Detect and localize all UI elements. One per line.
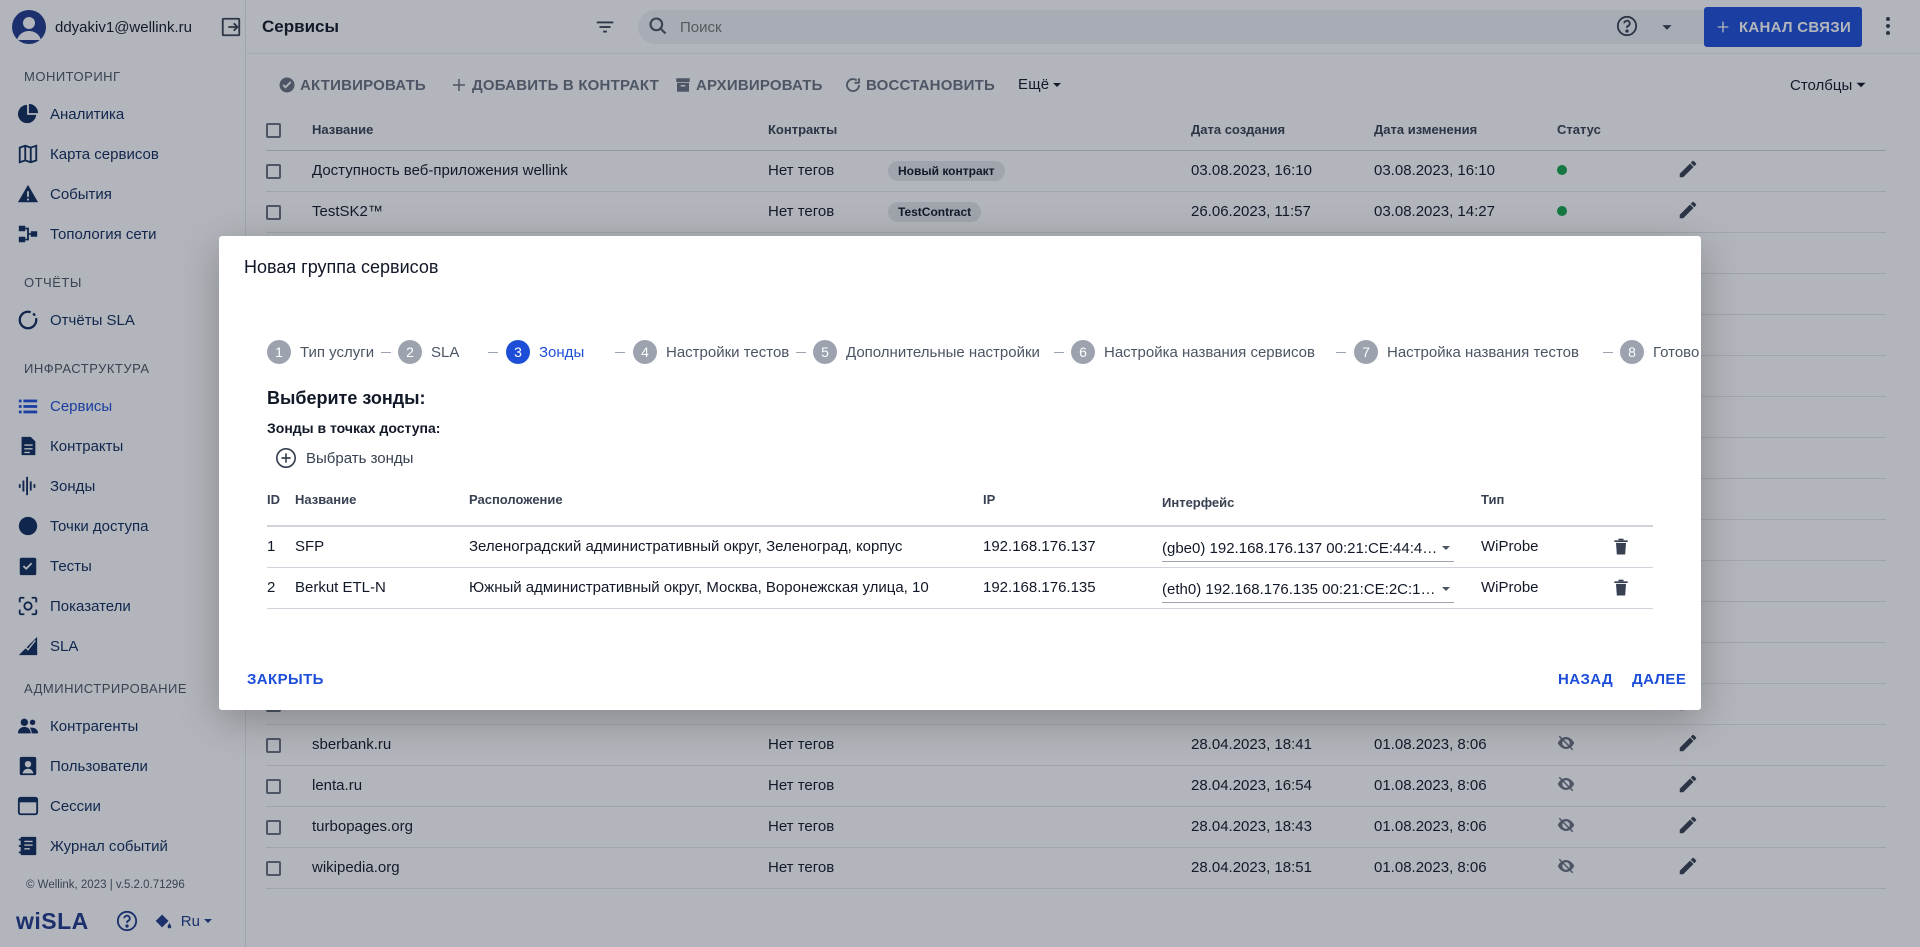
probe-row: 1 SFP Зеленоградский административный ок… [267,526,1653,568]
dialog-title: Новая группа сервисов [244,257,439,277]
probe-location: Зеленоградский административный округ, З… [469,526,983,568]
col-type: Тип [1481,474,1611,527]
probe-row: 2 Berkut ETL-N Южный административный ок… [267,567,1653,609]
step-label: SLA [431,343,460,361]
step-label: Готово [1653,343,1700,361]
step-label: Настройка названия сервисов [1104,343,1315,361]
select-probes-button[interactable]: Выбрать зонды [275,447,413,469]
step-8[interactable]: 8 Готово [1620,340,1699,364]
delete-icon[interactable] [1611,578,1653,598]
new-service-group-dialog: Новая группа сервисов 1 Тип услуги 2 SLA 3… [219,236,1701,710]
step-number: 4 [633,340,657,364]
col-probe-name: Название [295,474,469,527]
select-probes-label: Выбрать зонды [306,449,414,467]
interface-select[interactable]: (gbe0) 192.168.176.137 00:21:CE:44:47:..… [1162,532,1454,562]
step-3[interactable]: 3 Зонды [506,340,584,364]
step-number: 7 [1354,340,1378,364]
probe-name: SFP [295,526,469,568]
probe-location: Южный административный округ, Москва, Во… [469,567,983,609]
probe-ip: 192.168.176.135 [983,567,1162,609]
interface-value: (gbe0) 192.168.176.137 00:21:CE:44:47:..… [1162,539,1438,557]
step-number: 8 [1620,340,1644,364]
interface-value: (eth0) 192.168.176.135 00:21:CE:2C:1E:..… [1162,580,1438,598]
step-1[interactable]: 1 Тип услуги [267,340,374,364]
step-number: 1 [267,340,291,364]
probe-type: WiProbe [1481,526,1611,568]
probe-id: 1 [267,526,295,568]
interface-select[interactable]: (eth0) 192.168.176.135 00:21:CE:2C:1E:..… [1162,573,1454,603]
probes-table: ID Название Расположение IP Интерфейс Ти… [267,474,1653,609]
step-2[interactable]: 2 SLA [398,340,459,364]
chevron-down-icon [1438,540,1454,556]
step-number: 6 [1071,340,1095,364]
col-interface: Интерфейс [1162,474,1481,527]
chevron-down-icon [1438,581,1454,597]
step-4[interactable]: 4 Настройки тестов [633,340,789,364]
select-probes-heading: Выберите зонды: [267,388,426,408]
probe-name: Berkut ETL-N [295,567,469,609]
close-button[interactable]: ЗАКРЫТЬ [247,671,324,688]
step-number: 3 [506,340,530,364]
step-5[interactable]: 5 Дополнительные настройки [813,340,1040,364]
step-7[interactable]: 7 Настройка названия тестов [1354,340,1579,364]
col-ip: IP [983,474,1162,527]
stepper: 1 Тип услуги 2 SLA 3 Зонды 4 Настройки тесто… [267,340,1699,370]
probes-header-row: ID Название Расположение IP Интерфейс Ти… [267,474,1653,527]
step-label: Зонды [539,343,585,361]
step-number: 2 [398,340,422,364]
probe-ip: 192.168.176.137 [983,526,1162,568]
step-label: Дополнительные настройки [846,343,1040,361]
step-label: Тип услуги [300,343,375,361]
add-circle-icon [275,447,297,469]
probe-type: WiProbe [1481,567,1611,609]
access-point-probes-subheading: Зонды в точках доступа: [267,420,441,436]
next-button[interactable]: ДАЛЕЕ [1632,671,1686,688]
probe-id: 2 [267,567,295,609]
delete-icon[interactable] [1611,537,1653,557]
back-button[interactable]: НАЗАД [1558,671,1613,688]
col-id: ID [267,474,295,527]
step-label: Настройка названия тестов [1387,343,1579,361]
col-location: Расположение [469,474,983,527]
step-label: Настройки тестов [666,343,790,361]
step-6[interactable]: 6 Настройка названия сервисов [1071,340,1315,364]
step-number: 5 [813,340,837,364]
